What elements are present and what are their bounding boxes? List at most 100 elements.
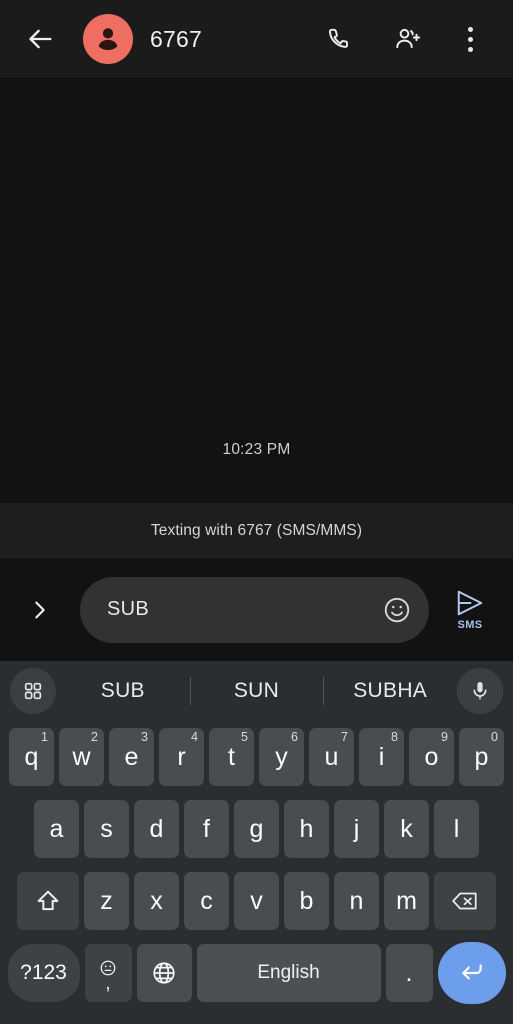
chevron-right-icon [29, 599, 51, 621]
person-avatar-icon [91, 22, 125, 56]
key-emoji-comma[interactable]: , [84, 944, 132, 1002]
key-label: o [424, 742, 439, 771]
voice-input-button[interactable] [457, 668, 503, 714]
add-person-icon [394, 25, 422, 53]
suggestion-item-0[interactable]: SUB [56, 679, 190, 703]
key-c[interactable]: c [184, 872, 229, 930]
key-w[interactable]: w 2 [59, 728, 104, 786]
page-title: 6767 [150, 25, 202, 52]
more-vertical-icon [467, 26, 473, 52]
key-label: r [177, 742, 186, 771]
emoji-picker-button[interactable] [377, 590, 417, 630]
key-z[interactable]: z [84, 872, 129, 930]
key-r[interactable]: r 4 [159, 728, 204, 786]
key-label: i [378, 742, 385, 771]
key-g[interactable]: g [234, 800, 279, 858]
key-u[interactable]: u 7 [309, 728, 354, 786]
key-backspace[interactable] [434, 872, 496, 930]
key-k[interactable]: k [384, 800, 429, 858]
emoji-smiley-icon [382, 595, 412, 625]
key-label: p [474, 742, 489, 771]
key-e[interactable]: e 3 [109, 728, 154, 786]
key-superscript: 8 [391, 730, 398, 744]
key-superscript: 5 [241, 730, 248, 744]
send-type-label: SMS [457, 619, 483, 631]
message-input-container[interactable]: SUB [80, 576, 429, 643]
key-x[interactable]: x [134, 872, 179, 930]
suggestion-list: SUB SUN SUBHA [56, 668, 457, 714]
key-q[interactable]: q 1 [9, 728, 54, 786]
message-input[interactable]: SUB [107, 598, 377, 621]
shift-arrow-icon [34, 887, 62, 915]
app-bar: 6767 [0, 0, 513, 78]
key-language-switch[interactable] [136, 944, 192, 1002]
back-button[interactable] [24, 22, 58, 56]
key-superscript: 1 [41, 730, 48, 744]
key-enter[interactable] [437, 942, 506, 1004]
key-j[interactable]: j [334, 800, 379, 858]
suggestion-item-1[interactable]: SUN [190, 679, 324, 703]
keyboard-toolbar-grid-button[interactable] [10, 668, 56, 714]
send-button[interactable]: SMS [441, 579, 499, 641]
key-d[interactable]: d [134, 800, 179, 858]
key-m[interactable]: m [384, 872, 429, 930]
avatar[interactable] [83, 14, 133, 64]
key-superscript: 7 [341, 730, 348, 744]
key-symbols[interactable]: ?123 [7, 944, 80, 1002]
key-t[interactable]: t 5 [209, 728, 254, 786]
call-button[interactable] [319, 18, 361, 60]
key-label: y [275, 742, 288, 771]
expand-actions-button[interactable] [22, 592, 58, 628]
key-p[interactable]: p 0 [459, 728, 504, 786]
key-label: t [228, 742, 235, 771]
key-y[interactable]: y 6 [259, 728, 304, 786]
key-f[interactable]: f [184, 800, 229, 858]
key-label: w [72, 742, 91, 771]
app-grid-icon [22, 680, 44, 702]
key-i[interactable]: i 8 [359, 728, 404, 786]
on-screen-keyboard: SUB SUN SUBHA q 1 w 2 e 3 r 4 t 5 y 6 u … [0, 661, 513, 1024]
key-label: q [24, 742, 39, 771]
key-label: e [124, 742, 139, 771]
add-person-button[interactable] [387, 18, 429, 60]
enter-return-icon [457, 960, 487, 986]
key-superscript: 3 [141, 730, 148, 744]
send-paper-plane-icon [453, 588, 487, 618]
microphone-icon [468, 679, 492, 703]
key-superscript: 0 [491, 730, 498, 744]
compose-bar: SUB SMS [0, 558, 513, 661]
keyboard-row-4: ?123 , English . [0, 937, 513, 1009]
backspace-icon [450, 888, 480, 914]
arrow-left-icon [27, 25, 55, 53]
key-superscript: 6 [291, 730, 298, 744]
key-h[interactable]: h [284, 800, 329, 858]
message-timestamp: 10:23 PM [222, 441, 291, 458]
texting-with-label: Texting with 6767 (SMS/MMS) [150, 521, 363, 539]
key-superscript: 4 [191, 730, 198, 744]
overflow-menu-button[interactable] [449, 18, 491, 60]
keyboard-row-2: a s d f g h j k l [0, 793, 513, 865]
key-v[interactable]: v [234, 872, 279, 930]
key-o[interactable]: o 9 [409, 728, 454, 786]
key-space[interactable]: English [196, 944, 381, 1002]
key-s[interactable]: s [84, 800, 129, 858]
key-a[interactable]: a [34, 800, 79, 858]
keyboard-row-3: z x c v b n m [0, 865, 513, 937]
key-b[interactable]: b [284, 872, 329, 930]
texting-with-banner: Texting with 6767 (SMS/MMS) [0, 503, 513, 558]
key-period[interactable]: . [385, 944, 433, 1002]
key-l[interactable]: l [434, 800, 479, 858]
conversation-area: 10:23 PM [0, 78, 513, 503]
messaging-app-screen: 6767 10:23 PM Texting with 6767 (SMS/MMS… [0, 0, 513, 1024]
suggestion-item-2[interactable]: SUBHA [323, 679, 457, 703]
key-shift[interactable] [17, 872, 79, 930]
key-label: u [324, 742, 339, 771]
phone-icon [327, 26, 353, 52]
language-globe-icon [151, 960, 177, 986]
key-n[interactable]: n [334, 872, 379, 930]
keyboard-row-1: q 1 w 2 e 3 r 4 t 5 y 6 u 7 i 8 o 9 p 0 [0, 721, 513, 793]
key-superscript: 2 [91, 730, 98, 744]
suggestion-strip: SUB SUN SUBHA [0, 661, 513, 721]
key-comma-label: , [105, 972, 111, 994]
key-superscript: 9 [441, 730, 448, 744]
